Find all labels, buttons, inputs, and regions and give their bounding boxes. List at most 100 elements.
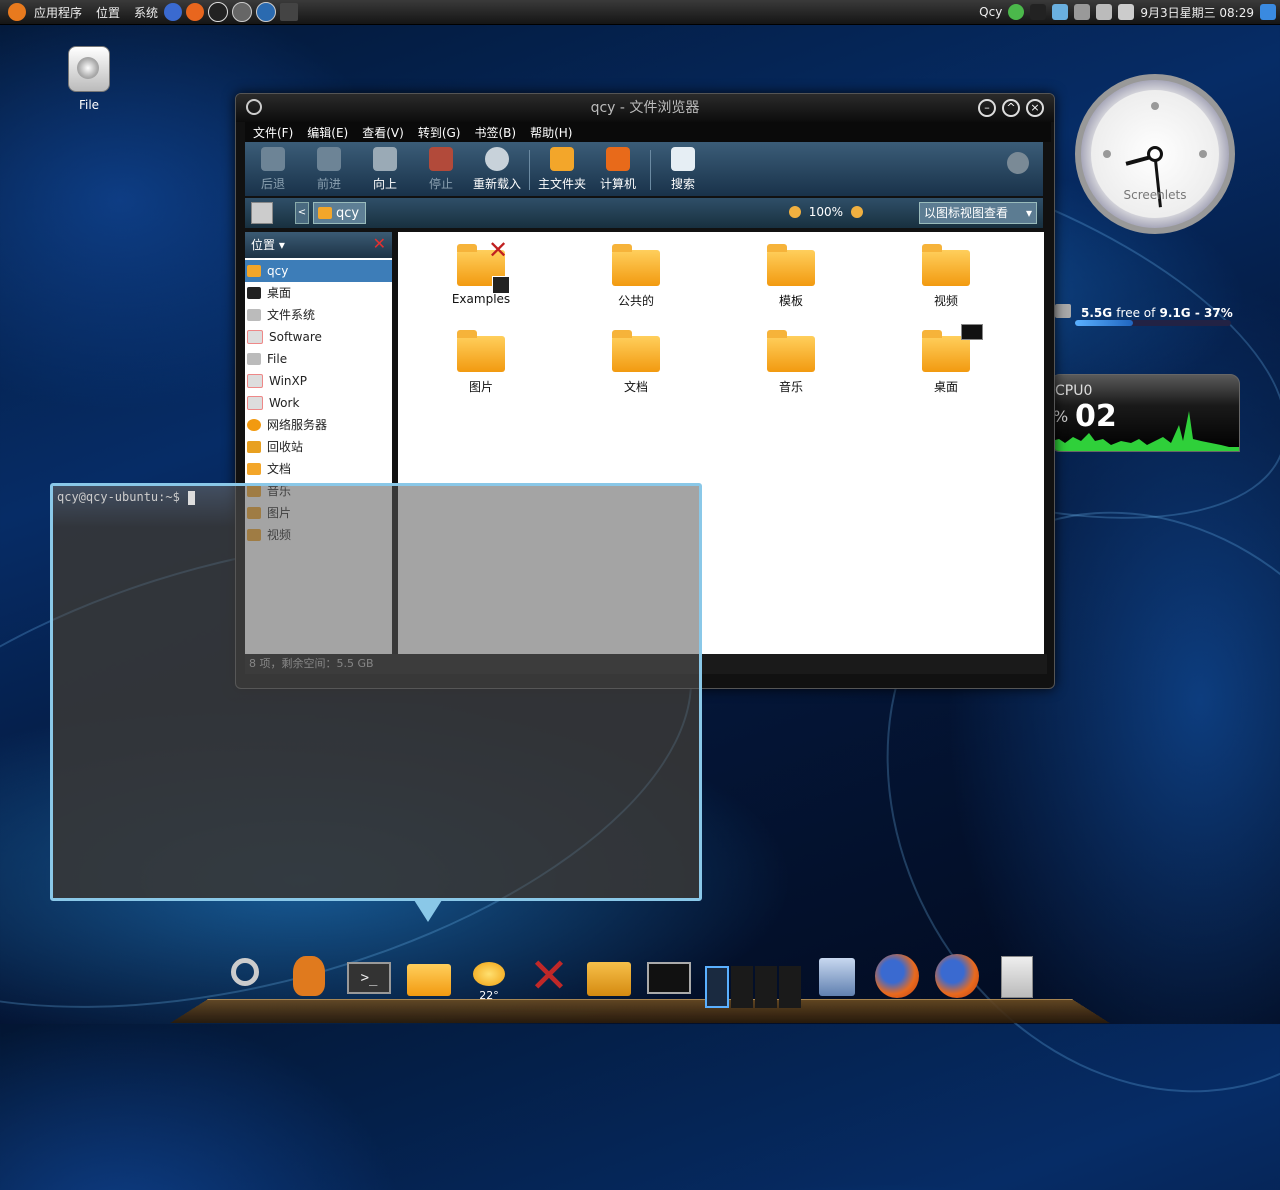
- workspace-4[interactable]: [779, 966, 801, 1008]
- zoom-level[interactable]: 100%: [809, 205, 843, 219]
- desktop-file-drive[interactable]: File: [64, 46, 114, 112]
- minimize-icon[interactable]: –: [978, 99, 996, 117]
- dock-search-icon[interactable]: [225, 952, 273, 1000]
- menu-go[interactable]: 转到(G): [418, 124, 461, 141]
- dock-folder-icon[interactable]: [405, 952, 453, 1000]
- cpu-screenlet[interactable]: CPU0 % 02: [1050, 374, 1240, 452]
- photo-tray-icon[interactable]: [1052, 4, 1069, 20]
- dock-weather-icon[interactable]: 22°: [465, 952, 513, 1002]
- desktop-icon: [247, 287, 261, 299]
- reload-button[interactable]: 重新载入: [469, 147, 525, 196]
- dock-installer-icon[interactable]: [813, 952, 861, 1000]
- close-icon[interactable]: ×: [1026, 99, 1044, 117]
- up-button[interactable]: 向上: [357, 147, 413, 196]
- menu-places[interactable]: 位置: [94, 4, 122, 21]
- stop-button[interactable]: 停止: [413, 147, 469, 196]
- sidebar-item-network[interactable]: 网络服务器: [245, 414, 392, 436]
- sidebar-item-file[interactable]: File: [245, 348, 392, 370]
- sidebar-item-documents[interactable]: 文档: [245, 458, 392, 480]
- chevron-down-icon[interactable]: ▾: [279, 238, 285, 252]
- dock-desktop-icon[interactable]: [645, 952, 693, 1000]
- home-button[interactable]: 主文件夹: [534, 147, 590, 196]
- side-pane-selector[interactable]: 位置: [251, 238, 275, 252]
- network-tray-icon[interactable]: [1096, 4, 1113, 20]
- location-toggle-button[interactable]: [251, 202, 273, 224]
- network-icon: [247, 419, 261, 431]
- menu-bookmarks[interactable]: 书签(B): [474, 124, 516, 141]
- window-titlebar[interactable]: qcy - 文件浏览器 – ^ ×: [236, 94, 1054, 122]
- clock-screenlet[interactable]: Screenlets: [1075, 74, 1235, 234]
- ubuntu-logo-icon[interactable]: [8, 3, 26, 21]
- dock-trash-icon[interactable]: [585, 952, 633, 1000]
- folder-item-documents[interactable]: 文档: [581, 330, 691, 395]
- dock-close-icon[interactable]: ✕: [525, 952, 573, 1000]
- file-label: 音乐: [778, 380, 803, 394]
- folder-item-pictures[interactable]: 图片: [426, 330, 536, 395]
- terminal-launcher-icon[interactable]: [280, 3, 299, 21]
- terminal-prompt-line[interactable]: qcy@qcy-ubuntu:~$: [57, 490, 699, 505]
- view-mode-select[interactable]: 以图标视图查看 ▾: [919, 202, 1037, 224]
- workspace-2[interactable]: [731, 966, 753, 1008]
- dock-terminal-icon[interactable]: >_: [345, 952, 393, 1000]
- dock-gimp-icon[interactable]: [285, 952, 333, 1000]
- desktop-icon-label: File: [78, 98, 100, 112]
- folder-item-desktop[interactable]: 桌面: [891, 324, 1001, 395]
- user-name[interactable]: Qcy: [979, 5, 1002, 19]
- folder-shape: [407, 964, 451, 996]
- menu-applications[interactable]: 应用程序: [32, 4, 84, 21]
- sidebar-item-software[interactable]: Software: [245, 326, 392, 348]
- cpu-title: CPU0: [1055, 383, 1093, 399]
- qq-tray-icon[interactable]: [1030, 4, 1047, 20]
- sidebar-item-home[interactable]: qcy: [245, 260, 392, 282]
- dock-firefox-icon-2[interactable]: [933, 952, 981, 1000]
- terminal-pointer-tail: [414, 900, 442, 922]
- dock: >_ 22° ✕: [225, 952, 1041, 1008]
- disk-usage-screenlet[interactable]: 5.5G free of 9.1G - 37%: [1055, 302, 1235, 330]
- forward-button[interactable]: 前进: [301, 147, 357, 196]
- folder-item-public[interactable]: 公共的: [581, 244, 691, 309]
- sidebar-item-filesystem[interactable]: 文件系统: [245, 304, 392, 326]
- sidebar-item-winxp[interactable]: WinXP: [245, 370, 392, 392]
- search-label: 搜索: [670, 177, 695, 191]
- search-button[interactable]: 搜索: [655, 147, 711, 196]
- dock-firefox-icon[interactable]: [873, 952, 921, 1000]
- computer-icon: [606, 147, 630, 171]
- sidebar-item-work[interactable]: Work: [245, 392, 392, 414]
- help-launcher-icon[interactable]: [164, 3, 183, 21]
- window-menu-icon[interactable]: [246, 99, 262, 115]
- dock-file-cabinet-icon[interactable]: [993, 952, 1041, 1000]
- menu-help[interactable]: 帮助(H): [530, 124, 572, 141]
- maximize-icon[interactable]: ^: [1002, 99, 1020, 117]
- media-launcher-icon[interactable]: [232, 2, 253, 22]
- terminal-window[interactable]: qcy@qcy-ubuntu:~$: [50, 483, 702, 922]
- folder-item-templates[interactable]: 模板: [736, 244, 846, 309]
- menu-view[interactable]: 查看(V): [362, 124, 404, 141]
- desktop-emblem-icon: [961, 324, 983, 340]
- folder-item-examples[interactable]: ✕ Examples: [426, 236, 536, 306]
- firefox-launcher-icon[interactable]: [186, 3, 205, 21]
- path-crumb-home[interactable]: qcy: [313, 202, 367, 224]
- path-left-arrow-icon[interactable]: <: [295, 202, 309, 224]
- status-icon[interactable]: [1008, 4, 1025, 20]
- keyboard-tray-icon[interactable]: [1074, 4, 1091, 20]
- back-button[interactable]: 后退: [245, 147, 301, 196]
- folder-item-videos[interactable]: 视频: [891, 244, 1001, 309]
- update-tray-icon[interactable]: [1260, 4, 1276, 20]
- volume-tray-icon[interactable]: [1118, 4, 1135, 20]
- datetime[interactable]: 9月3日星期三 08:29: [1140, 4, 1254, 21]
- dock-workspace-switcher[interactable]: [705, 952, 801, 1008]
- zoom-out-icon[interactable]: [788, 206, 801, 218]
- qq-launcher-icon[interactable]: [208, 2, 229, 22]
- close-side-pane-icon[interactable]: ✕: [373, 236, 386, 252]
- menu-edit[interactable]: 编辑(E): [307, 124, 348, 141]
- sidebar-item-desktop[interactable]: 桌面: [245, 282, 392, 304]
- workspace-3[interactable]: [755, 966, 777, 1008]
- folder-item-music[interactable]: 音乐: [736, 330, 846, 395]
- menu-system[interactable]: 系统: [132, 4, 160, 21]
- menu-file[interactable]: 文件(F): [253, 124, 293, 141]
- sidebar-item-trash[interactable]: 回收站: [245, 436, 392, 458]
- workspace-1[interactable]: [705, 966, 729, 1008]
- zoom-in-icon[interactable]: [851, 206, 863, 218]
- computer-button[interactable]: 计算机: [590, 147, 646, 196]
- player-launcher-icon[interactable]: [256, 2, 277, 22]
